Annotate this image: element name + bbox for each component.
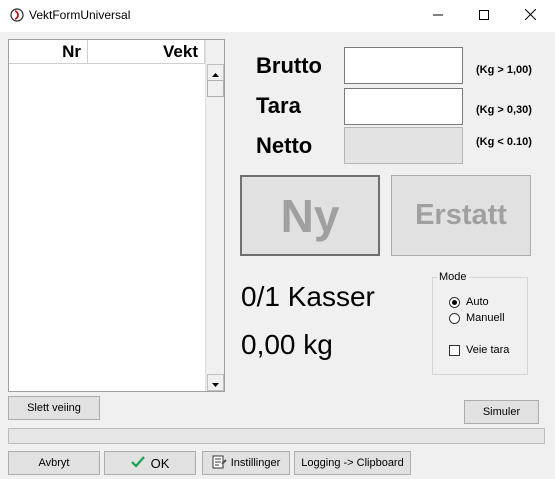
instillinger-button[interactable]: Instillinger: [202, 451, 290, 475]
netto-hint: (Kg < 0.10): [476, 136, 532, 148]
logging-clipboard-button[interactable]: Logging -> Clipboard: [294, 451, 411, 475]
avbryt-button[interactable]: Avbryt: [8, 451, 100, 475]
scroll-down-button[interactable]: [207, 374, 224, 391]
auto-label[interactable]: Auto: [466, 296, 489, 308]
mode-legend: Mode: [437, 271, 469, 283]
box-count: 0/1 Kasser: [241, 281, 375, 312]
scroll-thumb[interactable]: [207, 80, 224, 97]
scroll-up-icon: [212, 64, 219, 82]
ok-label: OK: [150, 455, 170, 471]
tara-field[interactable]: [344, 88, 463, 125]
maximize-icon: [479, 7, 489, 25]
brutto-hint: (Kg > 1,00): [476, 64, 532, 76]
settings-icon: [212, 455, 227, 472]
tara-hint: (Kg > 0,30): [476, 104, 532, 116]
column-header-nr[interactable]: Nr: [9, 40, 88, 64]
window-title: VektFormUniversal: [29, 8, 131, 22]
maximize-button[interactable]: [461, 0, 507, 31]
veie-tara-checkbox[interactable]: [449, 345, 460, 356]
auto-radio[interactable]: [449, 297, 460, 308]
mode-group: [432, 277, 528, 375]
manuell-label[interactable]: Manuell: [466, 312, 505, 324]
netto-label: Netto: [256, 133, 313, 158]
column-header-vekt[interactable]: Vekt: [88, 40, 205, 64]
brutto-label: Brutto: [256, 53, 322, 78]
total-weight: 0,00 kg: [241, 329, 333, 360]
checkmark-icon: [130, 455, 145, 471]
minimize-icon: [433, 7, 443, 25]
slett-veiing-button[interactable]: Slett veiing: [8, 396, 100, 420]
close-icon: [524, 7, 536, 25]
scroll-down-icon: [212, 374, 219, 392]
instillinger-label: Instillinger: [230, 457, 281, 469]
netto-field: [344, 127, 463, 164]
weighing-list[interactable]: Nr Vekt: [8, 39, 225, 392]
app-icon: [10, 8, 24, 22]
title-bar: VektFormUniversal: [0, 0, 555, 32]
close-button[interactable]: [507, 0, 553, 31]
ny-button[interactable]: Ny: [240, 175, 380, 256]
simuler-button[interactable]: Simuler: [464, 400, 539, 424]
veie-tara-label[interactable]: Veie tara: [466, 344, 509, 356]
list-scrollbar[interactable]: [205, 40, 224, 391]
brutto-field[interactable]: [344, 47, 463, 84]
erstatt-button[interactable]: Erstatt: [391, 175, 531, 256]
manuell-radio[interactable]: [449, 313, 460, 324]
tara-label: Tara: [256, 93, 301, 118]
minimize-button[interactable]: [415, 0, 461, 31]
ok-button[interactable]: OK: [104, 451, 196, 475]
scroll-up-button[interactable]: [207, 64, 224, 81]
status-progress: [8, 428, 545, 444]
